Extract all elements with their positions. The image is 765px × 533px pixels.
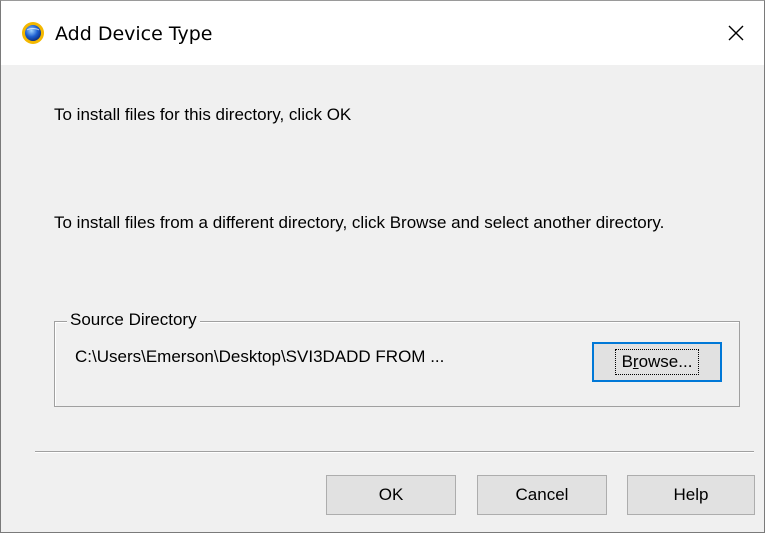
ok-button[interactable]: OK <box>326 475 456 515</box>
ok-instruction-text: To install files for this directory, cli… <box>54 105 352 124</box>
source-directory-group: Source Directory C:\Users\Emerson\Deskto… <box>54 310 740 407</box>
close-icon <box>728 25 744 41</box>
browse-button-label: Browse... <box>614 349 700 375</box>
close-button[interactable] <box>708 1 764 65</box>
browse-instruction-text: To install files from a different direct… <box>54 213 665 232</box>
source-directory-path: C:\Users\Emerson\Desktop\SVI3DADD FROM .… <box>75 347 445 366</box>
cancel-button[interactable]: Cancel <box>477 475 607 515</box>
separator-line <box>35 451 754 453</box>
title-bar: Add Device Type <box>1 1 764 65</box>
dialog-body: To install files for this directory, cli… <box>1 65 764 532</box>
browse-button[interactable]: Browse... <box>592 342 722 382</box>
source-directory-label: Source Directory <box>67 310 200 330</box>
browse-label-prefix: B <box>621 352 633 371</box>
help-button[interactable]: Help <box>627 475 755 515</box>
window-title: Add Device Type <box>55 23 213 45</box>
browse-label-rest: owse... <box>638 352 693 371</box>
app-globe-icon <box>22 22 44 44</box>
add-device-type-dialog: Add Device Type To install files for thi… <box>0 0 765 533</box>
